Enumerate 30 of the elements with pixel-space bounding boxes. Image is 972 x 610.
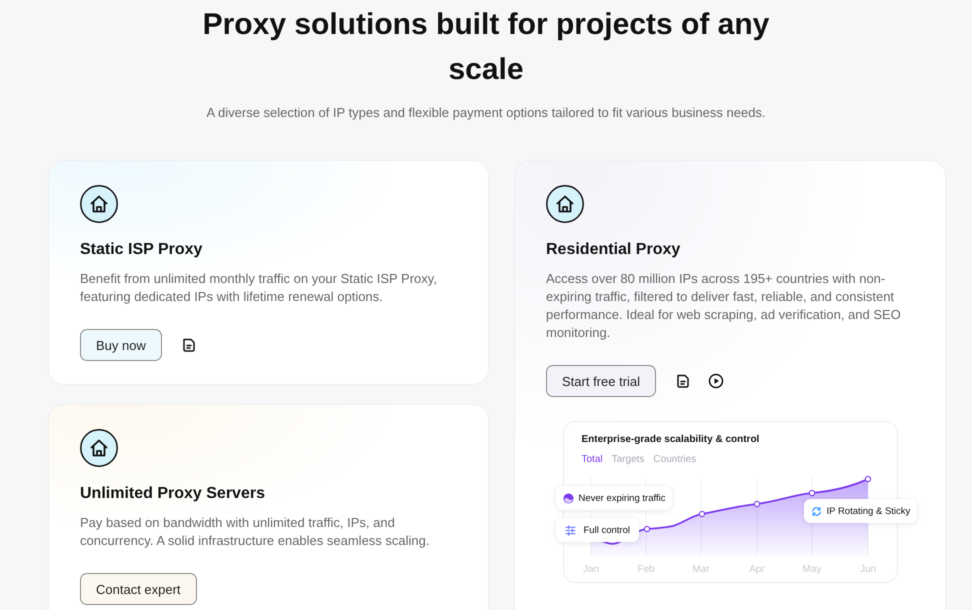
data-point — [698, 510, 705, 518]
data-point — [864, 476, 871, 482]
card-description: Access over 80 million IPs across 195+ countries with non-expiring traffic, filtered to deliver fast, reliable, and consistent performance. Ideal for web scraping, ad verification, and SEO monitoring. — [546, 270, 902, 342]
card-description: Pay based on bandwidth with unlimited traffic, IPs, and concurrency. A solid infrastructure enables seamless scaling. — [80, 514, 430, 550]
play-icon[interactable] — [708, 373, 724, 389]
document-icon[interactable] — [180, 337, 197, 353]
data-point — [753, 500, 760, 508]
house-icon — [80, 429, 118, 467]
primary-button[interactable]: Start free trial — [546, 365, 656, 397]
house-icon — [80, 185, 118, 223]
callout-label: Never expiring traffic — [578, 492, 666, 504]
primary-button[interactable]: Buy now — [80, 329, 162, 361]
wave-icon — [562, 492, 574, 504]
page-title: Proxy solutions built for projects of any scale — [202, 7, 770, 88]
chart-title: Enterprise-grade scalability & control — [580, 433, 760, 447]
card-title: Unlimited Proxy Servers — [80, 484, 266, 504]
data-point — [808, 490, 815, 496]
chart-tab[interactable]: Total — [582, 454, 603, 466]
sliders-icon — [564, 524, 576, 536]
card-title: Static ISP Proxy — [80, 240, 204, 260]
page-subtitle: A diverse selection of IP types and flexible payment options tailored to fit various business needs. — [205, 104, 767, 122]
callout-label: IP Rotating & Sticky — [826, 506, 910, 516]
card-title: Residential Proxy — [546, 240, 682, 260]
data-point — [643, 526, 650, 532]
refresh-icon — [810, 506, 822, 516]
primary-button[interactable]: Contact expert — [80, 573, 197, 605]
document-icon[interactable] — [675, 373, 692, 389]
house-icon — [546, 185, 584, 223]
card-description: Benefit from unlimited monthly traffic on your Static ISP Proxy, featuring dedicated IPs with lifetime renewal options. — [80, 270, 438, 306]
callout-label: Full control — [584, 524, 630, 536]
